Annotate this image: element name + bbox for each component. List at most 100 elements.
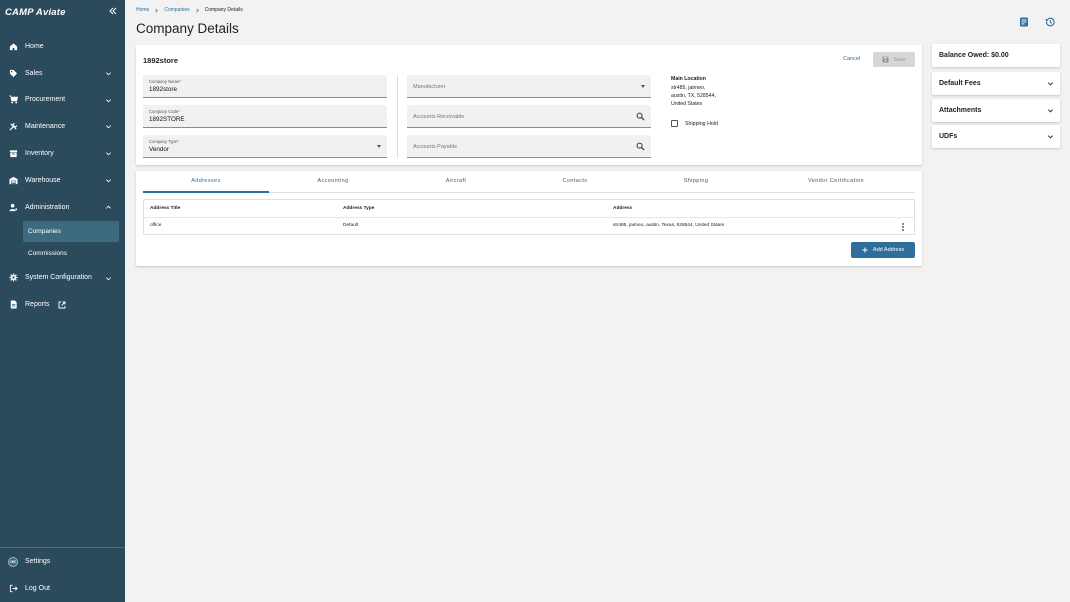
sidebar-item-label: Reports [25,301,50,309]
sidebar-item-label: Inventory [25,150,54,158]
search-icon[interactable] [636,112,645,121]
save-button[interactable]: Save [873,52,915,67]
home-icon [8,41,18,51]
breadcrumb-current: Company Details [204,7,243,13]
breadcrumb-home[interactable]: Home [136,7,149,13]
company-code-value: 1892STORE [149,116,185,123]
save-icon [882,56,889,63]
tab-aircraft[interactable]: Aircraft [397,171,515,191]
attachments-panel[interactable]: Attachments [932,99,1060,122]
breadcrumb-companies[interactable]: Companies [164,7,189,13]
sidebar-item-procurement[interactable]: Procurement [0,87,125,114]
notes-icon[interactable] [1018,16,1030,28]
accounts-payable-field[interactable]: Accounts Payable [407,135,651,158]
chevron-down-icon [1047,109,1054,113]
balance-owed-panel: Balance Owed: $0.00 [932,44,1060,67]
cart-icon [8,95,18,105]
breadcrumb: Home Companies Company Details [136,7,243,13]
sidebar-subitem-companies[interactable]: Companies [23,220,119,242]
balance-owed-text: Balance Owed: $0.00 [939,51,1009,59]
chevron-down-icon [106,98,111,103]
chevron-up-icon [106,205,111,209]
company-name-field[interactable]: Company Name* 1892store [143,75,387,98]
company-name-label: Company Name* [149,79,181,84]
sidebar-item-label: Maintenance [25,123,66,131]
dropdown-arrow-icon [641,85,645,88]
chevron-down-icon [106,125,111,129]
wrench-icon [8,122,18,132]
udfs-panel[interactable]: UDFs [932,125,1060,148]
chevron-right-icon [155,8,159,12]
sidebar-item-warehouse[interactable]: Warehouse [0,167,125,194]
accounts-payable-placeholder: Accounts Payable [413,144,458,150]
warehouse-icon [8,175,18,185]
main-location-line: austin, TX, 528544, [671,93,716,99]
cancel-button[interactable]: Cancel [843,56,860,62]
column-header-address-type: Address Type [343,206,375,211]
tab-contacts[interactable]: Contacts [515,171,635,191]
sidebar-item-label: Sales [25,69,43,77]
more-vert-icon[interactable] [900,222,906,232]
search-icon[interactable] [636,142,645,151]
addresses-table: Address Title Address Type Address offic… [143,199,915,235]
plus-icon [862,247,868,253]
sidebar-item-label: Procurement [25,96,66,104]
udfs-title: UDFs [939,132,958,140]
tab-accounting[interactable]: Accounting [269,171,397,191]
accounts-receivable-field[interactable]: Accounts Receivable [407,105,651,128]
history-icon[interactable] [1044,16,1056,28]
tag-icon [8,68,18,78]
logo-row: CAMP Aviate [0,0,125,24]
sidebar-item-system-configuration[interactable]: System Configuration [0,265,125,292]
sidebar-item-home[interactable]: Home [0,33,125,60]
company-code-field[interactable]: Company Code* 1892STORE [143,105,387,128]
sidebar-item-label: Warehouse [25,176,61,184]
report-icon [8,300,18,310]
inventory-icon [8,149,18,159]
address-type-cell: Default [343,223,359,228]
dropdown-arrow-icon [377,145,381,148]
chevron-down-icon [106,276,111,281]
sidebar-item-label: Administration [25,203,70,211]
attachments-title: Attachments [939,106,982,114]
default-fees-panel[interactable]: Default Fees [932,72,1060,95]
company-type-label: Company Type* [149,139,179,144]
sidebar-item-maintenance[interactable]: Maintenance [0,113,125,140]
sidebar-item-sales[interactable]: Sales [0,60,125,87]
company-code-label: Company Code* [149,109,180,114]
collapse-sidebar-icon[interactable] [107,5,119,17]
tab-shipping[interactable]: Shipping [635,171,757,191]
sidebar-bottom: GE Settings Log Out [0,547,125,602]
sidebar-item-label: System Configuration [25,274,92,282]
company-type-select[interactable]: Company Type* Vendor [143,135,387,158]
admin-icon [8,202,18,212]
table-row[interactable]: office Default str485, jairneo, austin, … [144,218,914,235]
sidebar-item-label: Home [25,42,44,50]
gear-icon [8,273,18,283]
sidebar-item-settings[interactable]: GE Settings [0,548,125,575]
active-tab-indicator [143,191,269,193]
logout-label: Log Out [25,585,50,592]
main-location-line: str485, jairneo, [671,85,706,91]
company-card: 1892store Cancel Save Company Name* 1892… [136,45,922,165]
chevron-right-icon [196,8,199,12]
company-type-value: Vendor [149,146,169,153]
shipping-hold-checkbox[interactable] [671,120,678,127]
sidebar-item-logout[interactable]: Log Out [0,575,125,602]
chevron-down-icon [1047,82,1054,86]
manufacturer-select[interactable]: Manufacturer [407,75,651,98]
company-name-heading: 1892store [143,56,179,65]
chevron-down-icon [106,72,111,76]
tab-vendor-certification[interactable]: Vendor Certification [757,171,915,191]
main-location-line: United States [671,101,703,107]
save-label: Save [893,56,906,63]
add-address-button[interactable]: Add Address [851,242,915,258]
sidebar-item-reports[interactable]: Reports [0,291,125,318]
default-fees-title: Default Fees [939,79,981,87]
sidebar-item-administration[interactable]: Administration [0,194,125,221]
settings-label: Settings [25,558,51,565]
sidebar-item-inventory[interactable]: Inventory [0,140,125,167]
sidebar-subitem-commissions[interactable]: Commissions [23,243,119,264]
tab-addresses[interactable]: Addresses [143,171,269,191]
shipping-hold-label: Shipping Hold [685,121,718,127]
